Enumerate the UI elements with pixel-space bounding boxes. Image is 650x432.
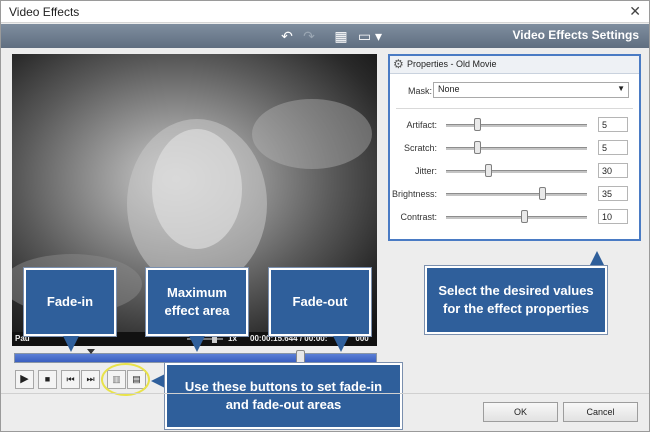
property-slider-track[interactable] [446,124,587,127]
callout-fade-out-text: Fade-out [292,294,348,310]
mask-label: Mask: [408,86,433,96]
property-label: Brightness: [391,189,437,199]
property-row-jitter: Jitter: 30 [390,163,639,179]
property-slider-thumb[interactable] [520,210,528,223]
callout-fade-in-text: Fade-in [46,294,94,310]
property-value-input[interactable]: 5 [598,117,628,132]
property-slider-thumb[interactable] [485,164,493,177]
ok-button[interactable]: OK [483,402,558,422]
callout-props-pointer [589,251,605,267]
mask-dropdown[interactable]: None ▼ [433,82,629,98]
property-label: Jitter: [414,166,437,176]
property-slider-thumb[interactable] [474,118,482,131]
properties-title: Properties - Old Movie [407,59,497,69]
callout-max-area-pointer [189,336,205,352]
footer-divider [1,393,649,394]
callout-fade-in: Fade-in [24,268,116,336]
callout-max-area: Maximum effect area [146,268,248,336]
play-icon[interactable]: ▶ [15,370,34,389]
gear-icon: ⚙ [393,57,404,71]
timeline-effect-area [15,354,376,362]
property-value-input[interactable]: 5 [598,140,628,155]
property-value-input[interactable]: 30 [598,163,628,178]
property-row-brightness: Brightness: 35 [390,186,639,202]
video-effects-window: Video Effects ✕ ↶ ↷ ▦ ▭ ▾ Video Effects … [0,0,650,432]
callout-fade-out-pointer [333,336,349,352]
property-row-contrast: Contrast: 10 [390,209,639,225]
buttons-highlight-circle [101,363,150,396]
title-bar: Video Effects ✕ [1,1,649,23]
timeline-playhead[interactable] [296,350,305,364]
grid-icon[interactable]: ▦ [332,27,350,45]
properties-header: ⚙ Properties - Old Movie [390,56,639,74]
property-label: Artifact: [406,120,437,130]
property-row-scratch: Scratch: 5 [390,140,639,156]
cancel-button[interactable]: Cancel [563,402,638,422]
stop-icon[interactable]: ■ [38,370,57,389]
callout-fade-in-pointer [63,336,79,352]
property-slider-thumb[interactable] [538,187,546,200]
prev-icon[interactable]: ⏮ [61,370,80,389]
callout-buttons-hint: Use these buttons to set fade-in and fad… [165,363,402,429]
property-slider-thumb[interactable] [474,141,482,154]
monitor-dropdown-icon[interactable]: ▭ ▾ [356,27,384,45]
chevron-down-icon: ▼ [617,84,625,93]
property-slider-track[interactable] [446,193,587,196]
next-icon[interactable]: ⏭ [81,370,100,389]
properties-panel: ⚙ Properties - Old Movie Mask: None ▼ Ar… [388,54,641,241]
callout-max-area-text: Maximum effect area [164,285,230,318]
property-slider-track[interactable] [446,216,587,219]
fade-in-marker[interactable] [87,349,95,354]
redo-icon[interactable]: ↷ [300,27,318,45]
mask-value: None [438,84,460,94]
toolbar-title: Video Effects Settings [512,28,639,42]
divider [396,108,633,109]
volume-slider-thumb[interactable] [212,335,217,343]
property-label: Scratch: [403,143,437,153]
property-value-input[interactable]: 35 [598,186,628,201]
property-slider-track[interactable] [446,170,587,173]
property-value-input[interactable]: 10 [598,209,628,224]
property-row-artifact: Artifact: 5 [390,117,639,133]
close-icon[interactable]: ✕ [629,3,641,20]
undo-icon[interactable]: ↶ [278,27,296,45]
callout-props-hint-text: Select the desired values for the effect… [438,283,594,316]
property-label: Contrast: [400,212,437,222]
effect-timeline[interactable] [14,349,377,364]
callout-fade-out: Fade-out [269,268,371,336]
callout-props-hint: Select the desired values for the effect… [425,266,607,334]
property-slider-track[interactable] [446,147,587,150]
toolbar: ↶ ↷ ▦ ▭ ▾ Video Effects Settings [1,24,649,48]
window-title: Video Effects [9,5,80,19]
callout-buttons-hint-text: Use these buttons to set fade-in and fad… [184,379,383,412]
